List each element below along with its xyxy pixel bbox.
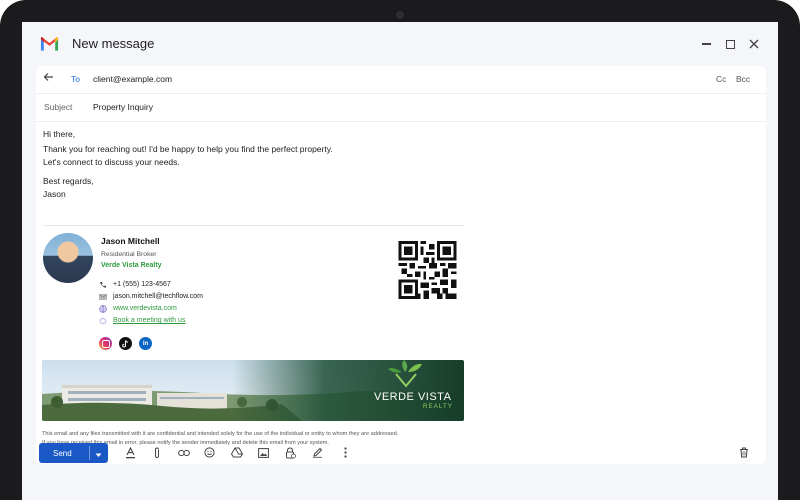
body-signoff: Jason (43, 189, 66, 199)
banner-subtitle: REALTY (423, 404, 454, 410)
gmail-logo-icon (40, 37, 59, 51)
insert-photo-button[interactable] (257, 446, 270, 459)
image-icon (258, 447, 269, 458)
signature-banner: VERDE VISTA REALTY (42, 360, 464, 421)
maximize-icon (725, 39, 735, 49)
emoji-button[interactable] (203, 446, 216, 459)
back-button[interactable] (43, 72, 54, 84)
phone-number: +1 (555) 123-4567 (113, 281, 171, 288)
globe-icon (98, 304, 107, 313)
body-line-2: Let's connect to discuss your needs. (43, 157, 180, 167)
paperclip-icon (154, 446, 159, 458)
close-icon (749, 39, 759, 49)
tiktok-icon[interactable] (119, 337, 132, 350)
instagram-icon[interactable] (99, 337, 112, 350)
linkedin-icon[interactable]: in (139, 337, 152, 350)
more-vert-icon (344, 447, 347, 458)
contact-phone: +1 (555) 123-4567 (98, 280, 171, 289)
contact-website: www.verdevista.com (98, 304, 177, 313)
back-arrow-icon (43, 73, 53, 81)
to-recipient[interactable]: client@example.com (93, 74, 172, 84)
emoji-icon (204, 447, 215, 458)
send-label: Send (53, 449, 72, 458)
maximize-button[interactable] (720, 34, 740, 54)
formatting-button[interactable] (124, 446, 137, 459)
attach-button[interactable] (150, 446, 163, 459)
website-link[interactable]: www.verdevista.com (113, 305, 177, 312)
trash-icon (739, 447, 748, 458)
body-closing: Best regards, (43, 176, 94, 186)
insert-link-button[interactable] (177, 446, 190, 459)
camera (396, 11, 404, 19)
more-options-button[interactable] (339, 446, 352, 459)
drive-button[interactable] (230, 446, 243, 459)
signature-role: Residential Broker (101, 251, 157, 258)
confidential-button[interactable] (284, 446, 297, 459)
signature-name: Jason Mitchell (101, 236, 160, 246)
minimize-icon (701, 43, 711, 45)
signature-button[interactable] (311, 446, 324, 459)
text-format-icon (126, 446, 135, 458)
subject-label: Subject (44, 102, 73, 112)
compose-window: New message To client@example.com Cc Bcc… (22, 22, 778, 500)
pen-icon (313, 447, 323, 458)
qr-code-icon (398, 241, 457, 299)
subject-input[interactable]: Property Inquiry (93, 102, 153, 112)
title-bar: New message (22, 22, 778, 66)
window-title: New message (72, 36, 155, 51)
discard-button[interactable] (737, 446, 750, 459)
to-row: To client@example.com Cc Bcc (36, 66, 766, 94)
cc-button[interactable]: Cc (716, 74, 726, 84)
body-greeting: Hi there, (43, 129, 76, 139)
mail-icon (98, 292, 107, 301)
calendar-icon (98, 316, 107, 325)
send-button[interactable]: Send (39, 443, 108, 463)
send-divider (89, 446, 90, 460)
close-button[interactable] (744, 34, 764, 54)
laptop-frame: New message To client@example.com Cc Bcc… (0, 0, 800, 500)
chevron-down-icon (95, 453, 102, 457)
lock-clock-icon (286, 446, 296, 458)
signature-company: Verde Vista Realty (101, 262, 162, 269)
send-options-button[interactable] (95, 451, 102, 460)
email-address[interactable]: jason.mitchell@techflow.com (113, 293, 203, 300)
link-icon (177, 449, 190, 456)
body-line-1: Thank you for reaching out! I'd be happy… (43, 144, 333, 154)
booking-link[interactable]: Book a meeting with us (113, 317, 185, 324)
signature-divider (43, 225, 464, 226)
drive-icon (230, 447, 243, 458)
subject-row: Subject Property Inquiry (36, 94, 766, 122)
contact-email: jason.mitchell@techflow.com (98, 292, 203, 301)
phone-icon (98, 280, 107, 289)
minimize-button[interactable] (696, 34, 716, 54)
banner-title: VERDE VISTA (374, 391, 452, 403)
avatar (43, 233, 93, 283)
to-label: To (71, 74, 80, 84)
bcc-button[interactable]: Bcc (736, 74, 750, 84)
compose-card: To client@example.com Cc Bcc Subject Pro… (36, 66, 766, 464)
contact-booking: Book a meeting with us (98, 316, 185, 325)
